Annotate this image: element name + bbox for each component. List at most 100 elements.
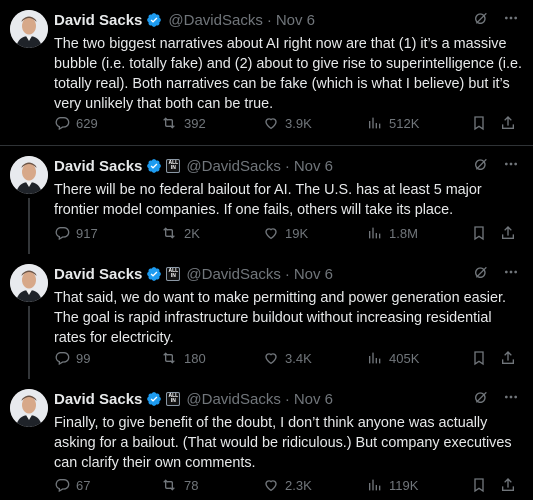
views-icon bbox=[369, 227, 381, 239]
grok-icon[interactable] bbox=[473, 10, 489, 26]
bookmark-button[interactable] bbox=[471, 350, 487, 366]
author-name[interactable]: David Sacks bbox=[54, 158, 142, 175]
repost-button[interactable]: 78 bbox=[160, 477, 198, 493]
views-count: 119K bbox=[389, 477, 419, 493]
tweet[interactable]: David Sacks ALL IN @DavidSacks · Nov 6 T… bbox=[0, 254, 533, 379]
share-button[interactable] bbox=[500, 225, 516, 241]
share-icon bbox=[502, 116, 514, 129]
avatar-image bbox=[10, 10, 48, 48]
author-name[interactable]: David Sacks bbox=[54, 391, 142, 408]
tweet[interactable]: David Sacks ALL IN @DavidSacks · Nov 6 F… bbox=[0, 379, 533, 500]
grok-icon[interactable] bbox=[473, 264, 489, 280]
thread: David Sacks @DavidSacks · Nov 6 The two … bbox=[0, 0, 533, 500]
reply-icon bbox=[55, 352, 70, 366]
bookmark-button[interactable] bbox=[471, 477, 487, 493]
avatar[interactable] bbox=[10, 389, 48, 427]
like-count: 3.4K bbox=[285, 350, 312, 366]
reply-count: 99 bbox=[76, 350, 91, 366]
like-count: 19K bbox=[285, 225, 309, 241]
views-button[interactable]: 119K bbox=[367, 477, 418, 493]
repost-button[interactable]: 180 bbox=[160, 350, 206, 366]
tweet[interactable]: David Sacks @DavidSacks · Nov 6 The two … bbox=[0, 0, 533, 145]
author-handle[interactable]: @DavidSacks bbox=[186, 391, 280, 408]
tweet-date[interactable]: Nov 6 bbox=[294, 266, 333, 283]
tweet-actions: 629 392 3.9K 512K bbox=[54, 115, 524, 135]
tweet-actions: 917 2K 19K 1.8M bbox=[54, 225, 524, 245]
like-button[interactable]: 2.3K bbox=[263, 477, 312, 493]
tweet-date[interactable]: Nov 6 bbox=[276, 12, 315, 29]
affiliate-badge-icon[interactable]: ALL IN bbox=[166, 159, 181, 173]
repost-count: 78 bbox=[184, 477, 199, 493]
separator-dot: · bbox=[266, 11, 272, 29]
tweet-date[interactable]: Nov 6 bbox=[294, 391, 333, 408]
avatar[interactable] bbox=[10, 264, 48, 302]
author-handle[interactable]: @DavidSacks bbox=[186, 266, 280, 283]
repost-icon bbox=[163, 479, 175, 491]
reply-button[interactable]: 67 bbox=[54, 477, 90, 493]
verified-badge-icon bbox=[146, 12, 162, 28]
verified-badge-icon bbox=[146, 158, 162, 174]
author-handle[interactable]: @DavidSacks bbox=[168, 12, 262, 29]
reply-button[interactable]: 99 bbox=[54, 350, 90, 366]
share-button[interactable] bbox=[500, 477, 516, 493]
views-count: 512K bbox=[389, 115, 420, 131]
like-button[interactable]: 3.4K bbox=[263, 350, 312, 366]
views-count: 405K bbox=[389, 350, 420, 366]
separator-dot: · bbox=[284, 265, 290, 283]
share-icon bbox=[502, 351, 514, 364]
reply-count: 917 bbox=[76, 225, 98, 241]
reply-icon bbox=[55, 479, 70, 493]
author-name[interactable]: David Sacks bbox=[54, 266, 142, 283]
bookmark-icon bbox=[474, 116, 484, 131]
thread-line bbox=[28, 306, 30, 379]
more-icon[interactable] bbox=[503, 264, 519, 280]
views-button[interactable]: 512K bbox=[367, 115, 419, 131]
like-button[interactable]: 19K bbox=[263, 225, 308, 241]
header-actions bbox=[473, 264, 519, 280]
like-icon bbox=[265, 228, 277, 240]
affiliate-badge-icon[interactable]: ALL IN bbox=[166, 267, 181, 281]
separator-dot: · bbox=[284, 157, 290, 175]
bookmark-icon bbox=[474, 351, 484, 366]
author-name[interactable]: David Sacks bbox=[54, 12, 142, 29]
reply-button[interactable]: 917 bbox=[54, 225, 98, 241]
grok-icon[interactable] bbox=[473, 389, 489, 405]
avatar[interactable] bbox=[10, 156, 48, 194]
affiliate-badge-icon[interactable]: ALL IN bbox=[166, 392, 181, 406]
repost-button[interactable]: 392 bbox=[160, 115, 206, 131]
avatar-image bbox=[10, 264, 48, 302]
tweet-text: The two biggest narratives about AI righ… bbox=[54, 36, 522, 112]
more-icon[interactable] bbox=[503, 389, 519, 405]
views-button[interactable]: 1.8M bbox=[367, 225, 418, 241]
tweet-header: David Sacks @DavidSacks · Nov 6 bbox=[54, 10, 315, 30]
share-button[interactable] bbox=[500, 350, 516, 366]
repost-button[interactable]: 2K bbox=[160, 225, 200, 241]
tweet-text: That said, we do want to make permitting… bbox=[54, 290, 506, 346]
author-handle[interactable]: @DavidSacks bbox=[186, 158, 280, 175]
avatar[interactable] bbox=[10, 10, 48, 48]
header-actions bbox=[473, 10, 519, 26]
bookmark-button[interactable] bbox=[471, 115, 487, 131]
grok-icon[interactable] bbox=[473, 156, 489, 172]
tweet-date[interactable]: Nov 6 bbox=[294, 158, 333, 175]
more-icon[interactable] bbox=[503, 10, 519, 26]
badge-text-bottom: IN bbox=[170, 398, 176, 404]
bookmark-button[interactable] bbox=[471, 225, 487, 241]
bookmark-icon bbox=[474, 226, 484, 241]
more-icon[interactable] bbox=[503, 156, 519, 172]
reply-button[interactable]: 629 bbox=[54, 115, 98, 131]
tweet-header: David Sacks ALL IN @DavidSacks · Nov 6 bbox=[54, 389, 333, 409]
verified-badge-icon bbox=[146, 391, 162, 407]
tweet[interactable]: David Sacks ALL IN @DavidSacks · Nov 6 T… bbox=[0, 146, 533, 254]
views-button[interactable]: 405K bbox=[367, 350, 419, 366]
share-button[interactable] bbox=[500, 115, 516, 131]
like-button[interactable]: 3.9K bbox=[263, 115, 312, 131]
reply-icon bbox=[55, 117, 70, 131]
like-icon bbox=[265, 480, 277, 492]
reply-count: 629 bbox=[76, 115, 98, 131]
tweet-header: David Sacks ALL IN @DavidSacks · Nov 6 bbox=[54, 264, 333, 284]
like-count: 2.3K bbox=[285, 477, 312, 493]
reply-icon bbox=[55, 227, 70, 241]
like-count: 3.9K bbox=[285, 115, 312, 131]
avatar-image bbox=[10, 389, 48, 427]
